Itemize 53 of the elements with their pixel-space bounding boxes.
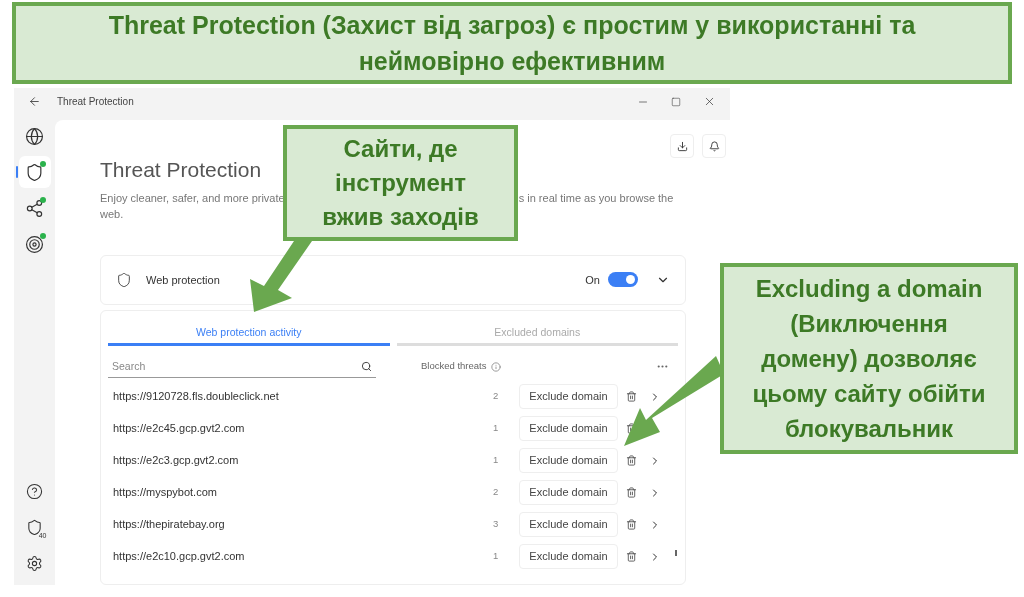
column-header: Blocked threats	[421, 359, 487, 374]
exclude-domain-button[interactable]: Exclude domain	[519, 384, 618, 410]
download-button[interactable]	[670, 134, 694, 158]
delete-icon[interactable]	[626, 519, 637, 531]
domain-url: https://9120728.fls.doubleclick.net	[113, 389, 280, 405]
description-text: s in real time as you browse the	[518, 191, 674, 206]
settings-icon	[26, 554, 43, 572]
delete-icon[interactable]	[626, 455, 637, 467]
help-icon	[26, 482, 43, 500]
shield-icon	[25, 162, 44, 182]
exclude-domain-button[interactable]: Exclude domain	[519, 448, 618, 474]
nodes-icon	[25, 198, 44, 218]
delete-icon[interactable]	[626, 487, 637, 499]
threat-count: 3	[493, 517, 500, 532]
close-icon[interactable]	[703, 95, 716, 108]
exclude-domain-button[interactable]: Exclude domain	[519, 512, 618, 538]
search-icon[interactable]	[361, 360, 372, 372]
tab[interactable]: Web protection activity	[108, 323, 390, 346]
domain-url: https://e2c3.gcp.gvt2.com	[113, 453, 240, 469]
exclude-domain-button[interactable]: Exclude domain	[519, 544, 618, 570]
exclude-domain-button[interactable]: Exclude domain	[519, 480, 618, 506]
threat-count: 1	[493, 421, 500, 436]
maximize-icon[interactable]	[671, 96, 681, 107]
exclude-domain-button[interactable]: Exclude domain	[519, 416, 618, 442]
window-title: Threat Protection	[57, 95, 134, 109]
page-title: Threat Protection	[100, 157, 262, 183]
threat-count: 2	[493, 485, 500, 500]
delete-icon[interactable]	[626, 551, 637, 563]
domain-url: https://e2c10.gcp.gvt2.com	[113, 549, 246, 565]
globe-icon	[25, 126, 44, 146]
toggle-label: On	[585, 272, 600, 288]
target-icon	[25, 234, 44, 254]
domain-url: https://myspybot.com	[113, 485, 218, 501]
delete-icon[interactable]	[626, 391, 637, 403]
back-icon[interactable]	[28, 95, 41, 108]
sidebar-item[interactable]	[18, 156, 51, 188]
download-icon	[676, 140, 688, 152]
threat-count: 1	[493, 549, 500, 564]
bell-icon	[708, 140, 720, 152]
threat-count: 1	[493, 453, 500, 468]
description-text: web.	[100, 208, 124, 220]
shield-icon	[116, 271, 132, 288]
banner-text: Threat Protection (Захист від загроз) є простим у використанні та неймовірно ефективним	[107, 10, 917, 77]
domain-url: https://thepiratebay.org	[113, 517, 226, 533]
callout-text: Сайти, де інструмент вжив заходів	[321, 134, 480, 232]
web-protection-label: Web protection	[146, 272, 220, 288]
threat-count: 2	[493, 389, 500, 404]
toggle-switch[interactable]	[608, 272, 638, 288]
domain-url: https://e2c45.gcp.gvt2.com	[113, 421, 246, 437]
search-field[interactable]: Search	[108, 355, 361, 377]
callout-text: Excluding a domain (Виключення домену) дозволяє цьому сайту обійти блокувальник	[751, 274, 987, 444]
description-text: Enjoy cleaner, safer, and more private	[100, 191, 285, 206]
notifications-button[interactable]	[702, 134, 726, 158]
